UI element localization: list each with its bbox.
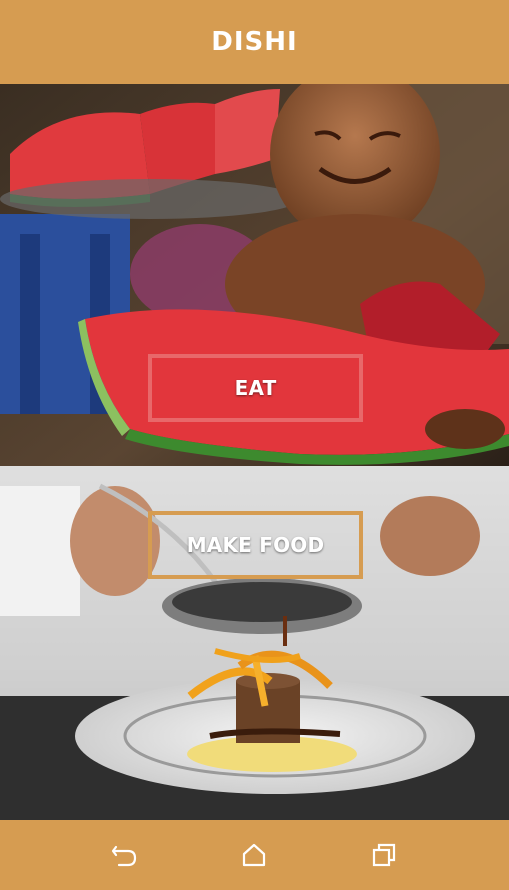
eat-panel[interactable]: EAT [0,84,509,466]
make-food-button[interactable]: MAKE FOOD [148,511,363,579]
home-button[interactable] [230,831,278,879]
system-nav-bar [0,820,509,890]
make-food-panel[interactable]: MAKE FOOD [0,466,509,820]
back-icon [111,845,136,867]
back-button[interactable] [101,831,149,879]
eat-button-label: EAT [234,376,277,400]
home-icon [243,843,266,867]
recents-icon [373,843,396,867]
app-bar: DISHI [0,0,509,84]
eat-button[interactable]: EAT [148,354,363,422]
app-title: DISHI [211,27,298,57]
recents-button[interactable] [360,831,408,879]
make-food-button-label: MAKE FOOD [186,533,325,557]
